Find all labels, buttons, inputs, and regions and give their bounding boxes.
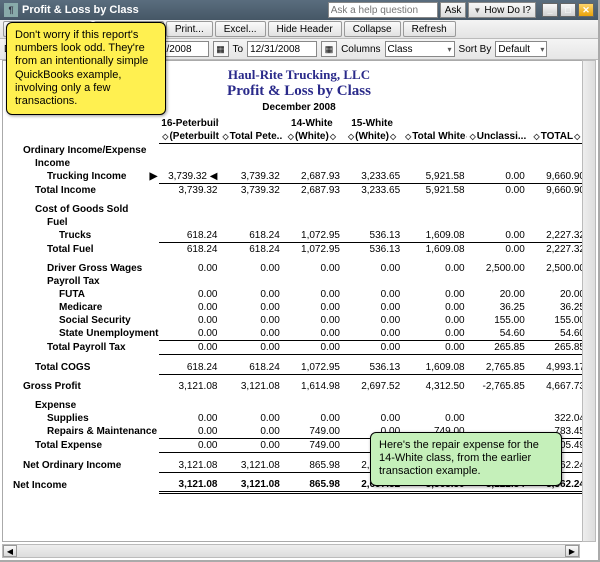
table-row[interactable]: Gross Profit 3,121.083,121.081,614.982,6… <box>11 380 587 393</box>
scroll-right-button[interactable]: ▶ <box>565 545 579 557</box>
row-header[interactable]: Payroll Tax <box>11 275 587 288</box>
table-row[interactable]: Trucks 618.24618.24 1,072.95536.13 1,609… <box>11 229 587 243</box>
columns-label: Columns <box>341 44 380 55</box>
excel-button[interactable]: Excel... <box>215 21 266 37</box>
table-row[interactable]: Total Fuel 618.24618.24 1,072.95536.13 1… <box>11 243 587 257</box>
collapse-button[interactable]: Collapse <box>344 21 401 37</box>
row-header[interactable]: Income <box>11 157 587 170</box>
print-button[interactable]: Print... <box>166 21 213 37</box>
annotation-note: Don't worry if this report's numbers loo… <box>6 22 166 115</box>
sortby-combo[interactable]: Default <box>495 41 547 57</box>
row-header[interactable]: Ordinary Income/Expense <box>11 144 587 158</box>
minimize-button[interactable]: _ <box>542 3 558 17</box>
table-row[interactable]: Social Security 0.000.000.000.000.00155.… <box>11 314 587 327</box>
table-row[interactable]: Total Payroll Tax 0.000.000.000.000.0026… <box>11 341 587 355</box>
vertical-scrollbar[interactable] <box>582 60 596 542</box>
refresh-button[interactable]: Refresh <box>403 21 456 37</box>
table-row[interactable]: Total COGS 618.24618.241,072.95536.131,6… <box>11 361 587 375</box>
col-group: 14-White <box>282 117 342 130</box>
sortby-label: Sort By <box>459 44 492 55</box>
calendar-icon[interactable]: ▦ <box>321 41 337 57</box>
table-row[interactable]: Trucking Income ▶ 3,739.32 ◀ 3,739.32 2,… <box>11 170 587 184</box>
app-icon: ¶ <box>4 3 18 17</box>
to-label: To <box>233 44 244 55</box>
horizontal-scrollbar[interactable]: ◀ ▶ <box>2 544 580 558</box>
table-row[interactable]: Supplies 0.000.000.000.000.00322.04 <box>11 412 587 425</box>
ask-button[interactable]: Ask <box>440 2 467 18</box>
hide-header-button[interactable]: Hide Header <box>268 21 342 37</box>
to-date-input[interactable] <box>247 41 317 57</box>
how-do-i-button[interactable]: ▼How Do I? <box>468 2 536 18</box>
row-header[interactable]: Expense <box>11 399 587 412</box>
window-titlebar: ¶ Profit & Loss by Class Ask ▼How Do I? … <box>0 0 598 20</box>
table-row[interactable]: FUTA 0.000.000.000.000.0020.0020.00 <box>11 288 587 301</box>
window-title: Profit & Loss by Class <box>22 4 139 16</box>
table-row[interactable]: State Unemployment 0.000.000.000.000.005… <box>11 327 587 341</box>
calendar-icon[interactable]: ▦ <box>213 41 229 57</box>
row-header[interactable]: Fuel <box>11 216 587 229</box>
columns-combo[interactable]: Class <box>385 41 455 57</box>
close-button[interactable]: ✕ <box>578 3 594 17</box>
annotation-note: Here's the repair expense for the 14-Whi… <box>370 432 562 486</box>
table-row[interactable]: Driver Gross Wages 0.000.00 0.000.00 0.0… <box>11 262 587 275</box>
col-group: 15-White <box>342 117 402 130</box>
scroll-left-button[interactable]: ◀ <box>3 545 17 557</box>
col-group: 16-Peterbuilt <box>159 117 219 130</box>
maximize-button[interactable]: □ <box>560 3 576 17</box>
row-header[interactable]: Cost of Goods Sold <box>11 203 587 216</box>
help-search-input[interactable] <box>328 2 438 18</box>
table-row[interactable]: Medicare 0.000.000.000.000.0036.2536.25 <box>11 301 587 314</box>
table-row[interactable]: Total Income 3,739.323,739.32 2,687.933,… <box>11 184 587 198</box>
chevron-down-icon: ▼ <box>473 6 481 15</box>
